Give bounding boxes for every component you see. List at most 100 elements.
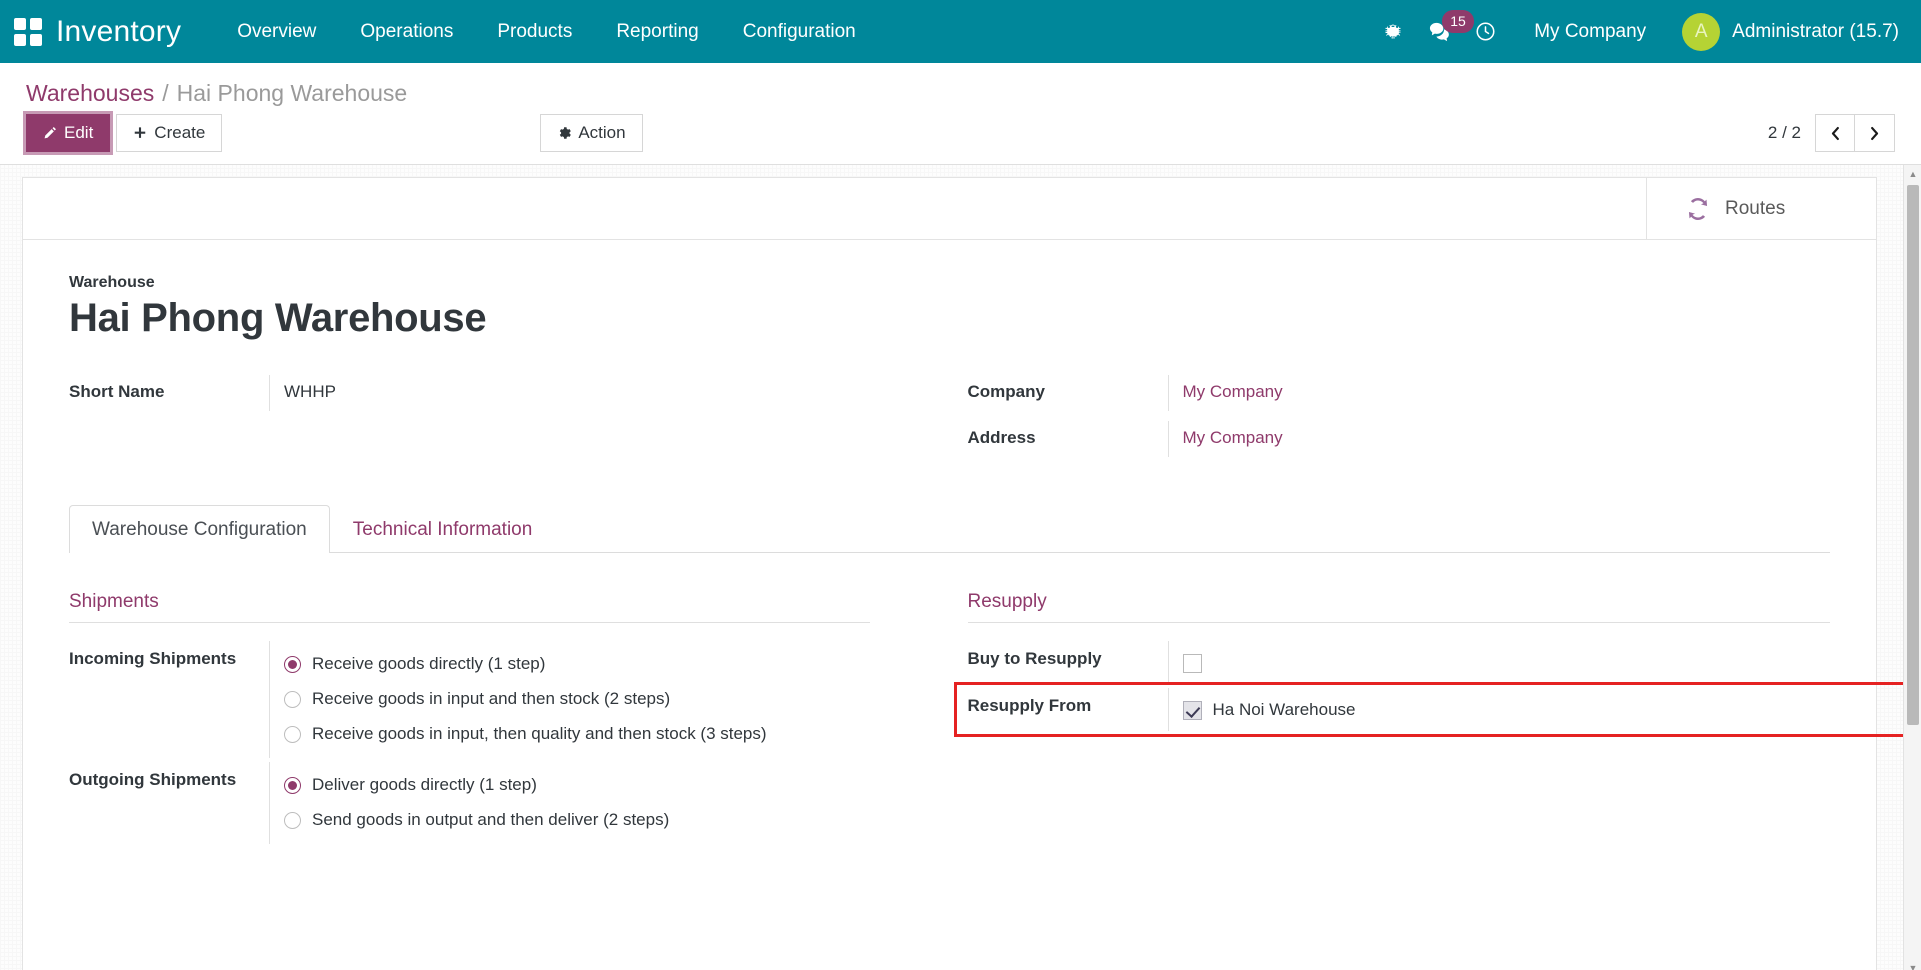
radio-incoming-2-steps[interactable]: Receive goods in input and then stock (2… — [284, 682, 870, 717]
radio-incoming-1-step[interactable]: Receive goods directly (1 step) — [284, 647, 870, 682]
create-button[interactable]: Create — [116, 114, 222, 152]
refresh-sync-icon — [1685, 196, 1711, 222]
pager-next-button[interactable] — [1855, 114, 1895, 152]
create-button-label: Create — [154, 122, 205, 144]
apps-menu-button[interactable] — [0, 0, 56, 63]
user-menu[interactable]: A Administrator (15.7) — [1666, 13, 1899, 51]
field-incoming-shipments: Incoming Shipments Receive goods directl… — [69, 641, 870, 758]
radio-label: Receive goods in input, then quality and… — [312, 723, 767, 746]
checkbox-buy-to-resupply[interactable] — [1183, 647, 1831, 678]
field-company-label: Company — [968, 375, 1168, 402]
radio-outgoing-2-steps[interactable]: Send goods in output and then deliver (2… — [284, 803, 870, 838]
checkbox-label: Ha Noi Warehouse — [1213, 700, 1356, 720]
routes-stat-label: Routes — [1725, 198, 1785, 220]
radio-label: Receive goods directly (1 step) — [312, 653, 545, 676]
pencil-icon — [43, 126, 57, 140]
radio-outgoing-1-step[interactable]: Deliver goods directly (1 step) — [284, 768, 870, 803]
radio-incoming-3-steps[interactable]: Receive goods in input, then quality and… — [284, 717, 870, 752]
avatar: A — [1682, 13, 1720, 51]
activities-clock-icon[interactable] — [1462, 0, 1508, 63]
scroll-down-arrow-icon[interactable]: ▼ — [1904, 959, 1921, 970]
field-outgoing-shipments: Outgoing Shipments Deliver goods directl… — [69, 762, 870, 844]
field-resupply-from-label: Resupply From — [968, 688, 1168, 716]
pager-previous-button[interactable] — [1815, 114, 1855, 152]
radio-indicator — [284, 777, 301, 794]
navbar-right-tools: 15 My Company A Administrator (15.7) — [1370, 0, 1921, 63]
pager-count: 2 / 2 — [1768, 123, 1801, 143]
sheet-body: Warehouse Hai Phong Warehouse Short Name… — [23, 240, 1876, 888]
action-menu-wrap: Action — [540, 114, 642, 152]
radio-indicator — [284, 656, 301, 673]
tab-pane-warehouse-configuration: Shipments Incoming Shipments Receive goo… — [69, 553, 1830, 848]
pager-buttons — [1815, 114, 1895, 152]
page-title: Hai Phong Warehouse — [69, 296, 1830, 341]
menu-products[interactable]: Products — [475, 0, 594, 63]
routes-stat-button[interactable]: Routes — [1646, 178, 1876, 239]
field-address-value[interactable]: My Company — [1168, 421, 1831, 457]
action-button-label: Action — [578, 122, 625, 144]
checkbox-indicator — [1183, 654, 1202, 673]
radio-indicator — [284, 726, 301, 743]
menu-operations[interactable]: Operations — [338, 0, 475, 63]
notebook-tabs: Warehouse Configuration Technical Inform… — [69, 505, 1830, 553]
field-short-name-value[interactable]: WHHP — [269, 375, 870, 411]
radio-label: Deliver goods directly (1 step) — [312, 774, 537, 797]
breadcrumb-separator: / — [162, 80, 168, 107]
radio-indicator — [284, 691, 301, 708]
scroll-up-arrow-icon[interactable]: ▲ — [1904, 165, 1921, 183]
record-buttons: Edit Create — [26, 114, 222, 152]
radio-indicator — [284, 812, 301, 829]
checkbox-resupply-from-ha-noi-warehouse[interactable]: Ha Noi Warehouse — [1183, 694, 1831, 725]
field-buy-to-resupply-label: Buy to Resupply — [968, 641, 1168, 669]
top-navbar: Inventory Overview Operations Products R… — [0, 0, 1921, 63]
field-incoming-shipments-options: Receive goods directly (1 step) Receive … — [269, 641, 870, 758]
checkbox-indicator — [1183, 701, 1202, 720]
tab-technical-information[interactable]: Technical Information — [330, 505, 556, 553]
action-button[interactable]: Action — [540, 114, 642, 152]
edit-button-label: Edit — [64, 122, 93, 144]
group-shipments-title: Shipments — [69, 591, 870, 623]
field-buy-to-resupply: Buy to Resupply — [968, 641, 1831, 684]
control-panel: Warehouses / Hai Phong Warehouse Edit Cr… — [0, 63, 1921, 165]
group-resupply: Resupply Buy to Resupply Resupply From — [950, 591, 1831, 848]
menu-overview[interactable]: Overview — [215, 0, 338, 63]
control-panel-actions: Edit Create Action 2 / 2 — [26, 114, 1895, 164]
field-resupply-from-options: Ha Noi Warehouse — [1168, 688, 1831, 731]
field-outgoing-shipments-label: Outgoing Shipments — [69, 762, 269, 790]
field-short-name: Short Name WHHP — [69, 375, 870, 417]
chevron-right-icon — [1868, 126, 1881, 141]
scrollbar-thumb[interactable] — [1907, 185, 1919, 725]
radio-label: Send goods in output and then deliver (2… — [312, 809, 669, 832]
form-sheet: Routes Warehouse Hai Phong Warehouse Sho… — [22, 177, 1877, 970]
apps-grid-icon — [14, 18, 42, 46]
header-fields: Short Name WHHP Company My Company Addre… — [69, 375, 1830, 467]
edit-button[interactable]: Edit — [26, 114, 110, 152]
group-shipments: Shipments Incoming Shipments Receive goo… — [69, 591, 950, 848]
messages-icon[interactable]: 15 — [1416, 0, 1462, 63]
field-buy-to-resupply-value — [1168, 641, 1831, 684]
form-scroll-area: Routes Warehouse Hai Phong Warehouse Sho… — [0, 165, 1921, 970]
company-switcher[interactable]: My Company — [1508, 21, 1666, 43]
bug-icon[interactable] — [1370, 0, 1416, 63]
chevron-left-icon — [1829, 126, 1842, 141]
group-resupply-title: Resupply — [968, 591, 1831, 623]
field-resupply-from: Resupply From Ha Noi Warehouse — [968, 688, 1831, 731]
stat-buttons-row: Routes — [23, 178, 1876, 240]
app-brand-inventory[interactable]: Inventory — [56, 17, 215, 47]
field-company: Company My Company — [968, 375, 1831, 417]
field-company-value[interactable]: My Company — [1168, 375, 1831, 411]
field-outgoing-shipments-options: Deliver goods directly (1 step) Send goo… — [269, 762, 870, 844]
plus-icon — [133, 126, 147, 140]
vertical-scrollbar[interactable]: ▲ ▼ — [1903, 165, 1921, 970]
field-address: Address My Company — [968, 421, 1831, 463]
tab-warehouse-configuration[interactable]: Warehouse Configuration — [69, 505, 330, 553]
menu-reporting[interactable]: Reporting — [594, 0, 720, 63]
breadcrumb-warehouses-link[interactable]: Warehouses — [26, 80, 154, 107]
field-incoming-shipments-label: Incoming Shipments — [69, 641, 269, 669]
gear-icon — [557, 126, 571, 140]
header-fields-right: Company My Company Address My Company — [950, 375, 1831, 467]
menu-configuration[interactable]: Configuration — [721, 0, 878, 63]
record-subtitle: Warehouse — [69, 274, 1830, 292]
header-fields-left: Short Name WHHP — [69, 375, 950, 467]
field-address-label: Address — [968, 421, 1168, 448]
